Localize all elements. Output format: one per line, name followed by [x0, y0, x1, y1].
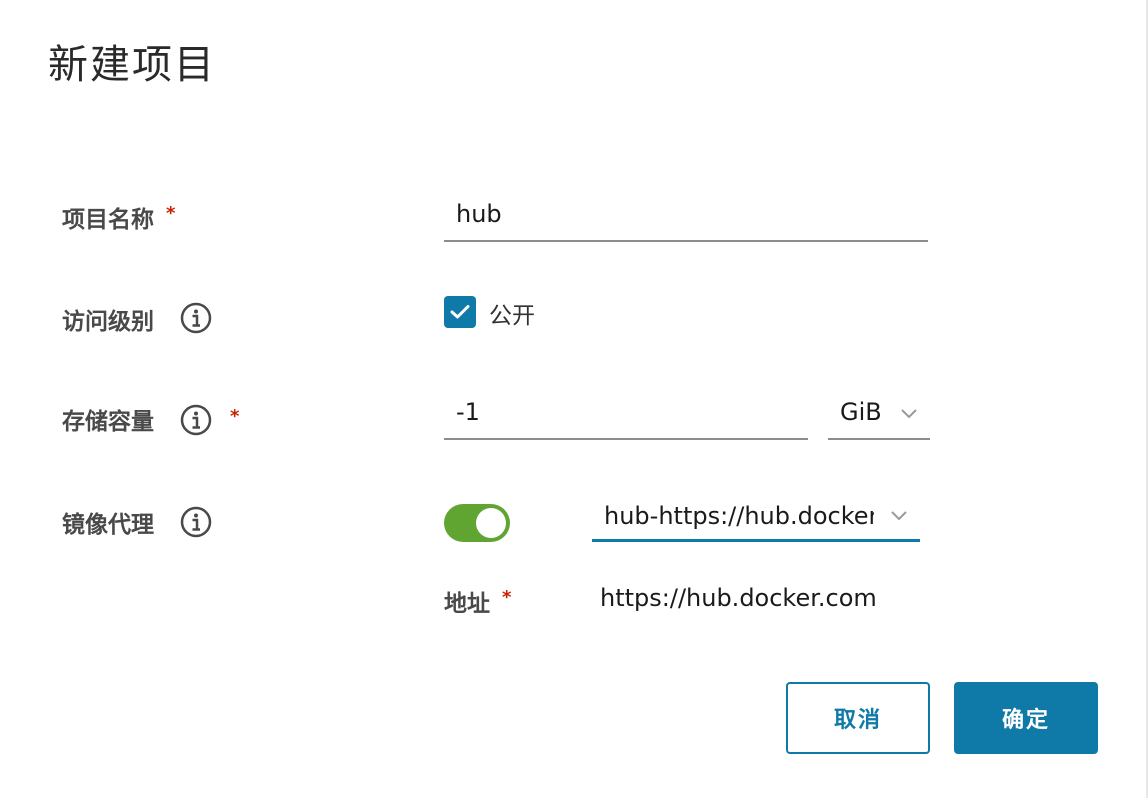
proxy-cache-label: 镜像代理 — [62, 505, 154, 539]
proxy-cache-toggle[interactable] — [444, 504, 510, 542]
cancel-button[interactable]: 取消 — [786, 682, 930, 754]
public-checkbox[interactable] — [444, 296, 476, 328]
info-circle-icon[interactable] — [180, 506, 212, 538]
endpoint-value: https://hub.docker.com — [600, 584, 877, 612]
project-name-value: hub — [456, 200, 502, 228]
required-mark: * — [166, 202, 176, 224]
project-name-input[interactable]: hub — [444, 200, 928, 242]
access-level-label-text: 访问级别 — [62, 309, 154, 335]
registry-select-value: hub-https://hub.docker.com — [604, 502, 874, 530]
endpoint-label: 地址 * — [444, 584, 511, 618]
public-checkbox-label[interactable]: 公开 — [489, 296, 535, 330]
info-circle-icon[interactable] — [180, 404, 212, 436]
endpoint-label-text: 地址 — [444, 591, 490, 617]
info-circle-icon[interactable] — [180, 302, 212, 334]
storage-value: -1 — [456, 398, 480, 426]
access-level-label: 访问级别 — [62, 302, 154, 336]
storage-unit-select[interactable]: GiB — [828, 398, 930, 440]
project-name-label: 项目名称 * — [62, 200, 175, 234]
proxy-cache-label-text: 镜像代理 — [62, 512, 154, 538]
toggle-knob — [476, 508, 506, 538]
storage-label: 存储容量 — [62, 402, 154, 436]
new-project-dialog: 新建项目 项目名称 * hub 访问级别 公开 存储容量 * -1 GiB 镜像… — [0, 0, 1148, 798]
check-icon — [450, 305, 470, 319]
dialog-title: 新建项目 — [48, 42, 216, 88]
storage-unit-value: GiB — [840, 398, 882, 426]
storage-label-text: 存储容量 — [62, 409, 154, 435]
storage-input[interactable]: -1 — [444, 398, 808, 440]
registry-select[interactable]: hub-https://hub.docker.com — [592, 498, 920, 542]
chevron-down-icon — [901, 409, 917, 419]
chevron-down-icon — [891, 511, 907, 521]
required-mark: * — [230, 406, 240, 427]
required-mark: * — [502, 586, 512, 608]
project-name-label-text: 项目名称 — [62, 207, 154, 233]
ok-button[interactable]: 确定 — [954, 682, 1098, 754]
